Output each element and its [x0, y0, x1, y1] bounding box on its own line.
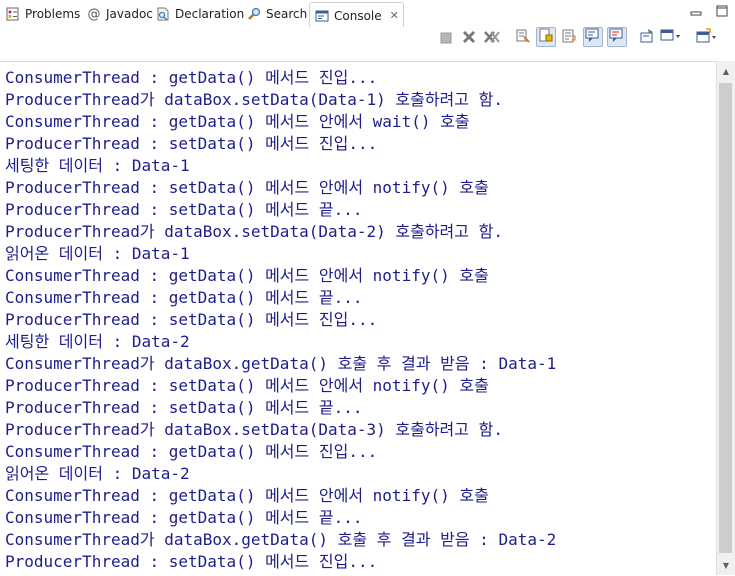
- remove-all-icon: [484, 29, 500, 48]
- display-console-icon: [660, 28, 682, 48]
- console-line: ProducerThread : setData() 메서드 진입...: [5, 134, 378, 153]
- console-line: ProducerThread가 dataBox.setData(Data-1) …: [5, 90, 503, 109]
- stdout-icon: [585, 27, 601, 47]
- console-line: ConsumerThread : getData() 메서드 안에서 notif…: [5, 266, 489, 285]
- console-line: ConsumerThread : getData() 메서드 안에서 wait(…: [5, 112, 470, 131]
- declaration-icon: [155, 6, 171, 22]
- vertical-scrollbar[interactable]: ▲ ▼: [716, 61, 735, 575]
- display-selected-console-button[interactable]: [660, 28, 682, 48]
- problems-icon: [5, 6, 21, 22]
- console-line: ConsumerThread : getData() 메서드 진입...: [5, 68, 378, 87]
- remove-icon: [462, 29, 476, 48]
- console-line: 읽어온 데이터 : Data-2: [5, 464, 190, 483]
- tab-label: Problems: [25, 7, 81, 21]
- console-line: ProducerThread : setData() 메서드 끝...: [5, 398, 363, 417]
- console-icon: [314, 8, 330, 24]
- console-line: ProducerThread : setData() 메서드 진입...: [5, 310, 378, 329]
- console-line: ConsumerThread : getData() 메서드 진입...: [5, 442, 378, 461]
- show-console-on-stderr-button[interactable]: [607, 27, 627, 47]
- scroll-down-arrow-icon[interactable]: ▼: [721, 560, 731, 570]
- tab-console[interactable]: Console ✕: [309, 2, 404, 28]
- tab-search[interactable]: Search: [246, 3, 307, 25]
- console-line: ProducerThread가 dataBox.setData(Data-2) …: [5, 222, 503, 241]
- console-line: 세팅한 데이터 : Data-1: [5, 156, 190, 175]
- console-line: ProducerThread : setData() 메서드 안에서 notif…: [5, 376, 489, 395]
- view-window-controls: [689, 4, 729, 18]
- console-line: ProducerThread : setData() 메서드 안에서 notif…: [5, 178, 489, 197]
- tab-label: Search: [266, 7, 308, 21]
- tab-label: Javadoc: [106, 7, 153, 21]
- scroll-lock-button[interactable]: [536, 27, 556, 47]
- console-line: ProducerThread가 dataBox.setData(Data-3) …: [5, 420, 503, 439]
- console-line: ProducerThread : setData() 메서드 끝...: [5, 200, 363, 219]
- word-wrap-button[interactable]: [559, 28, 579, 48]
- console-line: 읽어온 데이터 : Data-1: [5, 244, 190, 263]
- console-line: ConsumerThread : getData() 메서드 끝...: [5, 288, 363, 307]
- show-console-on-stdout-button[interactable]: [583, 27, 603, 47]
- tab-problems[interactable]: Problems: [5, 3, 80, 25]
- scroll-lock-icon: [538, 27, 554, 47]
- clear-console-button[interactable]: [513, 28, 533, 48]
- pin-console-button[interactable]: [637, 28, 657, 48]
- maximize-button[interactable]: [715, 4, 729, 18]
- terminate-button[interactable]: [436, 28, 456, 48]
- stderr-icon: [609, 27, 625, 47]
- javadoc-icon: @: [87, 6, 101, 22]
- pin-icon: [639, 28, 655, 48]
- remove-launch-button[interactable]: [459, 28, 479, 48]
- console-line: ProducerThread : setData() 메서드 진입...: [5, 552, 378, 571]
- console-toolbar: [0, 27, 735, 61]
- console-line: ConsumerThread : getData() 메서드 안에서 notif…: [5, 486, 489, 505]
- console-line: 세팅한 데이터 : Data-2: [5, 332, 190, 351]
- console-lines: ConsumerThread : getData() 메서드 진입... Prod…: [5, 67, 556, 573]
- console-line: ConsumerThread가 dataBox.getData() 호출 후 결…: [5, 530, 557, 549]
- search-icon: [246, 6, 262, 22]
- close-icon[interactable]: ✕: [390, 9, 399, 22]
- tab-javadoc[interactable]: @ Javadoc: [86, 3, 153, 25]
- open-console-icon: [696, 28, 718, 48]
- remove-all-terminated-button[interactable]: [482, 28, 502, 48]
- scroll-up-arrow-icon[interactable]: ▲: [721, 66, 731, 76]
- word-wrap-icon: [561, 28, 577, 48]
- scrollbar-thumb[interactable]: [719, 83, 732, 553]
- tab-label: Console: [334, 8, 382, 23]
- console-line: ConsumerThread가 dataBox.getData() 호출 후 결…: [5, 354, 557, 373]
- open-console-button[interactable]: [696, 28, 718, 48]
- console-output-area[interactable]: ConsumerThread : getData() 메서드 진입... Prod…: [0, 61, 716, 576]
- clear-console-icon: [515, 28, 531, 48]
- terminate-icon: [440, 29, 452, 48]
- tab-label: Declaration: [175, 7, 245, 21]
- console-line: ConsumerThread : getData() 메서드 끝...: [5, 508, 363, 527]
- minimize-button[interactable]: [689, 4, 703, 18]
- view-tab-bar: Problems @ Javadoc Declaration Search Co…: [0, 0, 735, 28]
- tab-declaration[interactable]: Declaration: [155, 3, 244, 25]
